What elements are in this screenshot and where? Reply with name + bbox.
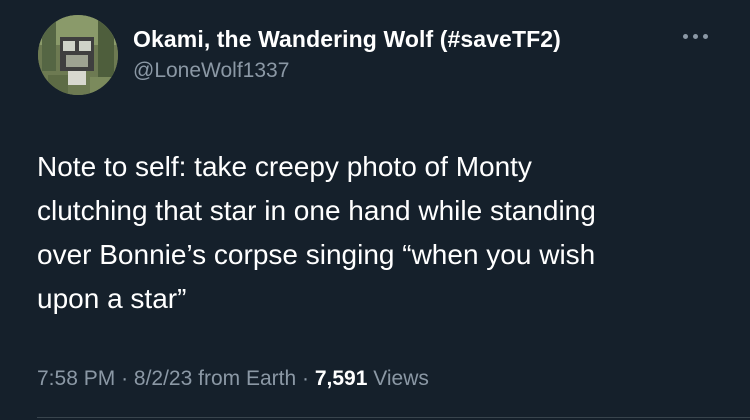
more-options-icon[interactable] [676,24,716,48]
tweet-metadata: 7:58 PM · 8/2/23 from Earth · 7,591 View… [37,367,429,391]
author-handle[interactable]: @LoneWolf1337 [133,59,289,83]
more-dot [703,34,708,39]
author-display-name[interactable]: Okami, the Wandering Wolf (#saveTF2) [133,26,561,53]
more-dot [693,34,698,39]
tweet-date[interactable]: 8/2/23 [134,367,192,390]
meta-separator: · [121,367,129,390]
tweet-text: Note to self: take creepy photo of Monty… [37,151,596,314]
views-count[interactable]: 7,591 [315,367,368,390]
more-dot [683,34,688,39]
divider [37,417,750,418]
meta-separator: · [302,367,310,390]
tweet: Okami, the Wandering Wolf (#saveTF2) @Lo… [0,0,750,420]
views-label[interactable]: Views [373,367,429,390]
avatar[interactable] [38,15,118,95]
profile-photo-icon [38,15,118,95]
tweet-time[interactable]: 7:58 PM [37,367,115,390]
tweet-source: from Earth [198,367,297,390]
